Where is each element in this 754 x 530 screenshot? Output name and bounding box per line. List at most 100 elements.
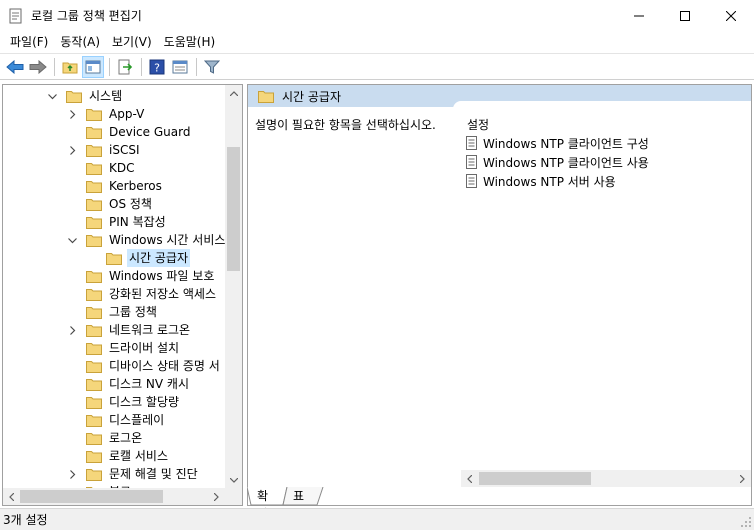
tree-item[interactable]: iSCSI (66, 141, 142, 159)
maximize-button[interactable] (662, 0, 708, 31)
tree-expander[interactable] (66, 105, 78, 123)
tree-expander[interactable] (66, 231, 78, 249)
up-folder-button[interactable] (59, 56, 81, 78)
tree-item-label: Windows 시간 서비스 (109, 233, 225, 247)
tree-item[interactable]: Windows 파일 보호 (66, 267, 216, 285)
description-text: 설명이 필요한 항목을 선택하십시오. (255, 118, 436, 132)
scroll-right-button[interactable] (734, 470, 751, 487)
tree-item-label: 디스크 NV 캐시 (109, 377, 190, 391)
tree-item[interactable]: 디바이스 상태 증명 서 (66, 357, 222, 375)
tree-item[interactable]: App-V (66, 105, 146, 123)
scroll-up-button[interactable] (225, 85, 242, 102)
show-hide-tree-button[interactable] (82, 55, 104, 78)
chevron-left-icon (9, 492, 14, 501)
tree-item-label: OS 정책 (109, 197, 152, 211)
tree-item[interactable]: PIN 복잡성 (66, 213, 168, 231)
details-horizontal-scroll-thumb[interactable] (479, 472, 591, 485)
scroll-left-button[interactable] (3, 488, 20, 505)
tab-standard[interactable]: 표준 (289, 487, 308, 521)
tree-item[interactable]: 디스크 할당량 (66, 393, 181, 411)
tree-pane: 시스템 App-V Device Guard iSCSI KDC Kerberos OS 정… (2, 84, 243, 506)
scroll-right-button[interactable] (208, 488, 225, 505)
scroll-left-button[interactable] (461, 470, 478, 487)
chevron-left-icon (467, 474, 472, 483)
back-icon (6, 59, 24, 74)
list-item-label: Windows NTP 클라이언트 사용 (483, 155, 649, 170)
filter-button[interactable] (201, 56, 223, 78)
tree-item[interactable]: 드라이버 설치 (66, 339, 181, 357)
tab-extended[interactable]: 확장 (253, 487, 272, 521)
resize-grip-icon[interactable] (740, 516, 752, 528)
tree-item[interactable]: 시간 공급자 (86, 249, 191, 267)
list-item[interactable]: Windows NTP 클라이언트 구성 (465, 134, 649, 152)
tree-item[interactable]: 로캘 서비스 (66, 447, 170, 465)
tree-expander-spacer (66, 447, 78, 465)
menu-file[interactable]: 파일(F) (4, 32, 54, 52)
tree-item[interactable]: 디스플레이 (66, 411, 166, 429)
tree-item-label: 드라이버 설치 (109, 341, 180, 355)
tree-item[interactable]: 문제 해결 및 진단 (66, 465, 200, 483)
back-button[interactable] (4, 56, 26, 78)
tree-item-label: 시스템 (89, 89, 123, 103)
tree-expander-spacer (66, 267, 78, 285)
menu-action[interactable]: 동작(A) (54, 32, 106, 52)
properties-pane-button[interactable] (169, 56, 191, 78)
details-pane: 시간 공급자 설명이 필요한 항목을 선택하십시오. 설정 Windows NT… (247, 84, 752, 506)
tree-item[interactable]: 로그온 (66, 429, 144, 447)
tree-expander-spacer (66, 375, 78, 393)
tree-expander-spacer (86, 249, 98, 267)
folder-icon (86, 126, 102, 139)
tree-item-label: 로캘 서비스 (109, 449, 169, 463)
tree-expander[interactable] (66, 321, 78, 339)
folder-icon (86, 396, 102, 409)
tree-vertical-scroll-thumb[interactable] (227, 147, 240, 271)
menu-view[interactable]: 보기(V) (106, 32, 158, 52)
forward-button[interactable] (27, 56, 49, 78)
tree-item[interactable]: 시스템 (46, 87, 124, 105)
tree-expander[interactable] (46, 87, 58, 105)
folder-icon (66, 90, 82, 103)
chevron-right-icon (214, 492, 219, 501)
folder-icon (86, 432, 102, 445)
export-list-button[interactable] (114, 56, 136, 78)
help-button[interactable]: ? (146, 56, 168, 78)
toolbar-separator (54, 57, 55, 76)
folder-icon (86, 234, 102, 247)
list-item-label: Windows NTP 클라이언트 구성 (483, 136, 649, 151)
close-button[interactable] (708, 0, 754, 31)
help-icon: ? (149, 59, 165, 74)
tree-item[interactable]: 그룹 정책 (66, 303, 159, 321)
tree-horizontal-scrollbar[interactable] (3, 488, 242, 505)
list-item[interactable]: Windows NTP 클라이언트 사용 (465, 153, 649, 171)
tree-item[interactable]: 디스크 NV 캐시 (66, 375, 191, 393)
tree-item-label: 그룹 정책 (109, 305, 157, 319)
tree-item[interactable]: Device Guard (66, 123, 192, 141)
menu-help[interactable]: 도움말(H) (158, 32, 222, 52)
tree-vertical-scrollbar[interactable] (225, 85, 242, 489)
tree-expander-spacer (66, 303, 78, 321)
scroll-down-button[interactable] (225, 472, 242, 489)
list-item-label: Windows NTP 서버 사용 (483, 174, 616, 189)
tree-horizontal-scroll-thumb[interactable] (20, 490, 163, 503)
folder-icon (86, 108, 102, 121)
tree-expander[interactable] (66, 141, 78, 159)
tree-expander-spacer (66, 159, 78, 177)
tree-expander-spacer (66, 285, 78, 303)
tree-item[interactable]: 네트워크 로그온 (66, 321, 192, 339)
folder-icon (86, 468, 102, 481)
list-item[interactable]: Windows NTP 서버 사용 (465, 172, 616, 190)
tree-item[interactable]: KDC (66, 159, 137, 177)
folder-icon (86, 180, 102, 193)
details-horizontal-scrollbar[interactable] (461, 470, 751, 487)
tree-item[interactable]: 강화된 저장소 액세스 (66, 285, 218, 303)
setting-column-header[interactable]: 설정 (467, 116, 489, 133)
policy-setting-icon (466, 174, 477, 188)
tree-item[interactable]: OS 정책 (66, 195, 154, 213)
folder-icon (86, 198, 102, 211)
tree-item[interactable]: Windows 시간 서비스 (66, 231, 225, 249)
tree-item-label: 시간 공급자 (127, 249, 191, 267)
minimize-button[interactable] (616, 0, 662, 31)
tree-item[interactable]: Kerberos (66, 177, 164, 195)
tree-expander[interactable] (66, 465, 78, 483)
filter-icon (204, 60, 220, 74)
